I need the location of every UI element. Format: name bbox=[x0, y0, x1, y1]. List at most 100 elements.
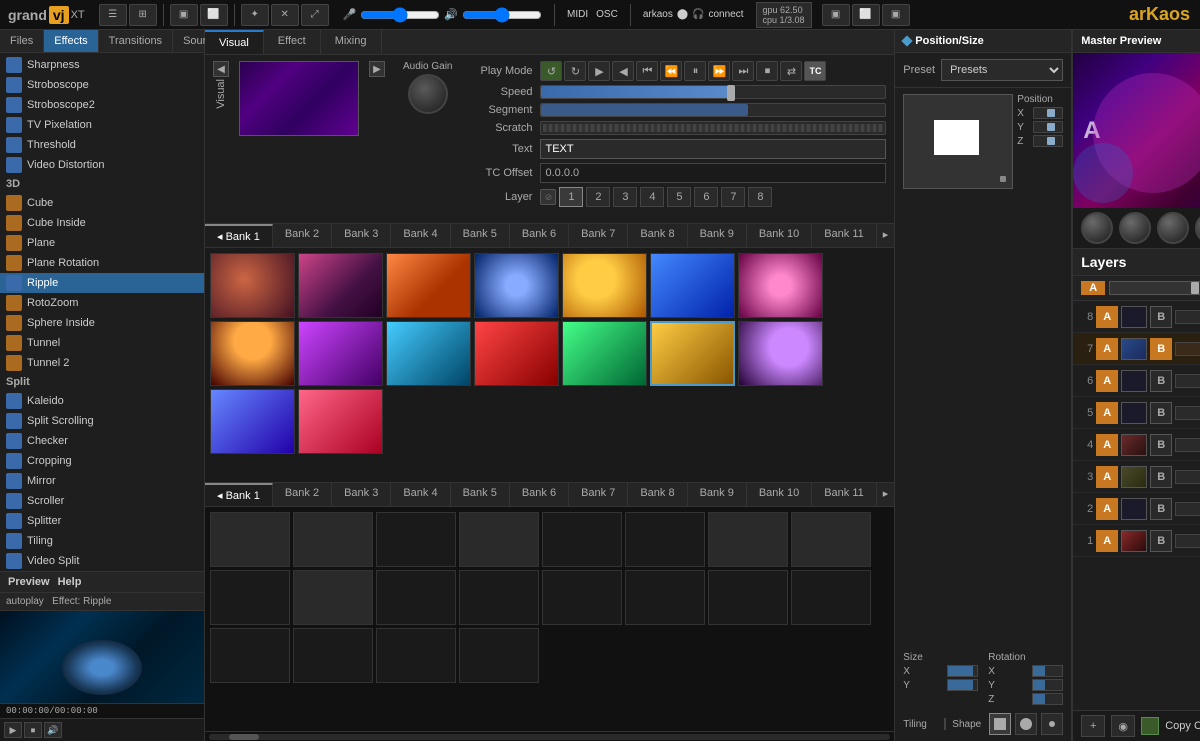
layer-b-2[interactable]: B bbox=[1150, 498, 1172, 520]
scratch-slider[interactable] bbox=[540, 121, 886, 135]
layers-ab-slider[interactable] bbox=[1109, 281, 1200, 295]
bank-tab-4-top[interactable]: Bank 4 bbox=[391, 224, 450, 247]
effect-sphere-inside[interactable]: Sphere Inside bbox=[0, 313, 204, 333]
effect-mirror[interactable]: Mirror bbox=[0, 471, 204, 491]
layer-btn-2[interactable]: 2 bbox=[586, 187, 610, 207]
effect-video-split[interactable]: Video Split bbox=[0, 551, 204, 571]
bank-tab-8-bottom[interactable]: Bank 8 bbox=[628, 483, 687, 506]
layer-slider-1[interactable] bbox=[1175, 534, 1200, 548]
master-level-slider[interactable] bbox=[360, 8, 440, 22]
view3-icon[interactable]: ▣ bbox=[882, 4, 910, 26]
play-bounce-btn[interactable]: ⇄ bbox=[780, 61, 802, 81]
layer-b-4[interactable]: B bbox=[1150, 434, 1172, 456]
bank-tab-1-top[interactable]: ◂ Bank 1 bbox=[205, 224, 273, 247]
bank-cell-4[interactable] bbox=[474, 253, 559, 318]
bank-cell-b14[interactable] bbox=[625, 570, 705, 625]
bank-cell-b16[interactable] bbox=[791, 570, 871, 625]
master-knob-3[interactable] bbox=[1157, 212, 1189, 244]
bank-cell-b6[interactable] bbox=[625, 512, 705, 567]
bank-cell-b5[interactable] bbox=[542, 512, 622, 567]
layer-a-4[interactable]: A bbox=[1096, 434, 1118, 456]
segment-slider[interactable] bbox=[540, 103, 886, 117]
layer-a-6[interactable]: A bbox=[1096, 370, 1118, 392]
size-y-slider[interactable] bbox=[947, 679, 978, 691]
layer-slider-6[interactable] bbox=[1175, 374, 1200, 388]
bank-tab-2-bottom[interactable]: Bank 2 bbox=[273, 483, 332, 506]
tab-effects[interactable]: Effects bbox=[44, 30, 98, 52]
layer-btn-3[interactable]: 3 bbox=[613, 187, 637, 207]
bank-cell-14[interactable] bbox=[738, 321, 823, 386]
effect-threshold[interactable]: Threshold bbox=[0, 135, 204, 155]
bank-tab-7-top[interactable]: Bank 7 bbox=[569, 224, 628, 247]
play-fwd-btn[interactable]: ▶ bbox=[588, 61, 610, 81]
bank-hscrollbar[interactable] bbox=[209, 734, 890, 740]
bank-cell-b8[interactable] bbox=[791, 512, 871, 567]
play-tc-btn[interactable]: TC bbox=[804, 61, 826, 81]
preview-vol-btn[interactable]: 🔊 bbox=[44, 722, 62, 738]
layers-toggle-btn[interactable]: ◉ bbox=[1111, 715, 1135, 737]
tab-visual[interactable]: Visual bbox=[205, 30, 264, 54]
bank-tab-3-bottom[interactable]: Bank 3 bbox=[332, 483, 391, 506]
bank-cell-11[interactable] bbox=[474, 321, 559, 386]
layer-slider-2[interactable] bbox=[1175, 502, 1200, 516]
play-step-back-btn[interactable]: ⏪ bbox=[660, 61, 682, 81]
bank-cell-b4[interactable] bbox=[459, 512, 539, 567]
bank-cell-3[interactable] bbox=[386, 253, 471, 318]
bank-cell-2[interactable] bbox=[298, 253, 383, 318]
bank-tab-11-top[interactable]: Bank 11 bbox=[812, 224, 877, 247]
bank-cell-b1[interactable] bbox=[210, 512, 290, 567]
play-step-fwd-btn[interactable]: ⏩ bbox=[708, 61, 730, 81]
bank-cell-6[interactable] bbox=[650, 253, 735, 318]
layer-a-3[interactable]: A bbox=[1096, 466, 1118, 488]
menu-icon[interactable]: ☰ bbox=[99, 4, 127, 26]
layer-slider-4[interactable] bbox=[1175, 438, 1200, 452]
bank-tab-10-bottom[interactable]: Bank 10 bbox=[747, 483, 812, 506]
effect-ripple[interactable]: Ripple bbox=[0, 273, 204, 293]
bank-tab-5-bottom[interactable]: Bank 5 bbox=[451, 483, 510, 506]
pos-z-slider[interactable] bbox=[1033, 135, 1063, 147]
bank-cell-b20[interactable] bbox=[459, 628, 539, 683]
bank-cell-13[interactable] bbox=[650, 321, 735, 386]
shape-round-btn[interactable] bbox=[1015, 713, 1037, 735]
bank-cell-b3[interactable] bbox=[376, 512, 456, 567]
bank-tab-11-bottom[interactable]: Bank 11 bbox=[812, 483, 877, 506]
tiling-slider[interactable] bbox=[944, 718, 946, 730]
view2-icon[interactable]: ⬜ bbox=[852, 4, 880, 26]
effect-video-distortion[interactable]: Video Distortion bbox=[0, 155, 204, 175]
bank-cell-16[interactable] bbox=[298, 389, 383, 454]
bank-cell-b15[interactable] bbox=[708, 570, 788, 625]
effect-checker[interactable]: Checker bbox=[0, 431, 204, 451]
size-x-slider[interactable] bbox=[947, 665, 978, 677]
layer-a-5[interactable]: A bbox=[1096, 402, 1118, 424]
pos-x-slider[interactable] bbox=[1033, 107, 1063, 119]
layer-b-7[interactable]: B bbox=[1150, 338, 1172, 360]
layers-copy-icon[interactable] bbox=[1141, 717, 1159, 735]
bank-cell-b13[interactable] bbox=[542, 570, 622, 625]
bank-tab-5-top[interactable]: Bank 5 bbox=[451, 224, 510, 247]
bank-tab-1-bottom[interactable]: ◂ Bank 1 bbox=[205, 483, 273, 506]
rot-x-slider[interactable] bbox=[1032, 665, 1063, 677]
master-knob-1[interactable] bbox=[1081, 212, 1113, 244]
bank-cell-10[interactable] bbox=[386, 321, 471, 386]
play-loop-btn[interactable]: ↺ bbox=[540, 61, 562, 81]
bank-tab-9-top[interactable]: Bank 9 bbox=[688, 224, 747, 247]
effect-tiling[interactable]: Tiling bbox=[0, 531, 204, 551]
bank-cell-b2[interactable] bbox=[293, 512, 373, 567]
bank-cell-b9[interactable] bbox=[210, 570, 290, 625]
shape-square-btn[interactable] bbox=[989, 713, 1011, 735]
effect-sharpness[interactable]: Sharpness bbox=[0, 55, 204, 75]
master-knob-2[interactable] bbox=[1119, 212, 1151, 244]
layers-add-btn[interactable]: + bbox=[1081, 715, 1105, 737]
bank-tab-10-top[interactable]: Bank 10 bbox=[747, 224, 812, 247]
effect-kaleido[interactable]: Kaleido bbox=[0, 391, 204, 411]
bank-tab-4-bottom[interactable]: Bank 4 bbox=[391, 483, 450, 506]
preview-play-btn[interactable]: ▶ bbox=[4, 722, 22, 738]
tab-effect[interactable]: Effect bbox=[264, 30, 321, 54]
view1-icon[interactable]: ▣ bbox=[822, 4, 850, 26]
tab-transitions[interactable]: Transitions bbox=[99, 30, 173, 52]
bank-cell-12[interactable] bbox=[562, 321, 647, 386]
layer-btn-7[interactable]: 7 bbox=[721, 187, 745, 207]
tc-offset-input[interactable] bbox=[540, 163, 886, 183]
visual-preview-box[interactable] bbox=[239, 61, 359, 136]
preview-stop-btn[interactable]: ⏹ bbox=[24, 722, 42, 738]
